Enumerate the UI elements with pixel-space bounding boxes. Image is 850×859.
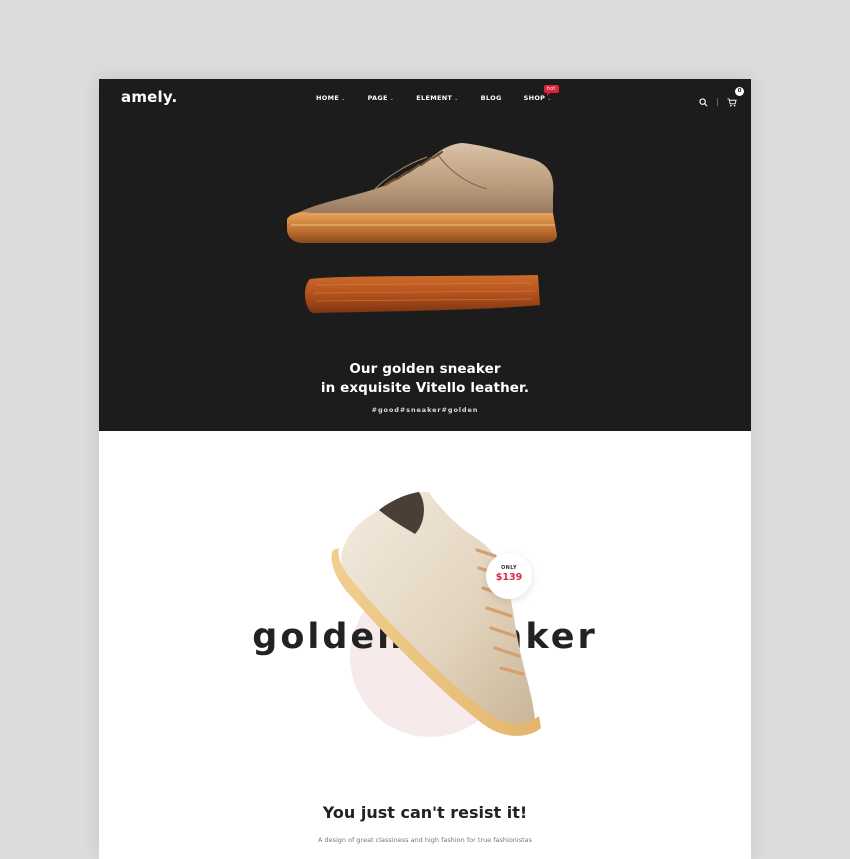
price-value: $139 (495, 572, 523, 583)
cart-button[interactable]: 0 (727, 87, 744, 111)
hot-badge: hot (543, 85, 559, 96)
price-prefix: ONLY (500, 565, 518, 571)
hero-title: Our golden sneaker in exquisite Vitello … (99, 360, 751, 398)
nav-item-label: HOME (316, 94, 340, 102)
nav-item-page[interactable]: PAGE ⌄ (368, 94, 395, 102)
chevron-down-icon: ⌄ (389, 96, 395, 102)
divider (717, 97, 718, 106)
section-description: A design of great classiness and high fa… (317, 836, 533, 844)
search-icon[interactable] (699, 92, 708, 111)
nav-item-blog[interactable]: BLOG (481, 94, 502, 102)
hero-section: amely. HOME ⌄ PAGE ⌄ ELEMENT ⌄ BLOG SHOP ⌄ h… (99, 79, 751, 431)
chevron-down-icon: ⌄ (547, 96, 552, 102)
nav-item-label: PAGE (367, 94, 388, 102)
product-sneaker-image (331, 491, 541, 736)
hero-hashtags: #good#sneaker#golden (371, 406, 479, 414)
hero-title-line-2: in exquisite Vitello leather. (320, 380, 530, 396)
nav-item-home[interactable]: HOME ⌄ (316, 94, 346, 102)
nav-item-element[interactable]: ELEMENT ⌄ (416, 94, 458, 102)
cart-count-badge: 0 (735, 87, 744, 96)
chevron-down-icon: ⌄ (454, 96, 459, 102)
nav-item-shop[interactable]: SHOP ⌄ hot (523, 85, 559, 102)
hero-sneaker-image (287, 143, 557, 243)
section-headline: You just can't resist it! (322, 803, 528, 822)
nav-item-label: SHOP (523, 94, 546, 102)
chevron-down-icon: ⌄ (341, 96, 346, 102)
hero-title-line-1: Our golden sneaker (349, 361, 501, 377)
header-icons: 0 (699, 87, 744, 111)
price-badge: ONLY $139 (486, 553, 532, 599)
paint-stroke-graphic (304, 275, 540, 313)
nav-item-label: ELEMENT (416, 94, 453, 102)
nav-item-label: BLOG (480, 94, 502, 102)
main-nav: HOME ⌄ PAGE ⌄ ELEMENT ⌄ BLOG SHOP ⌄ hot (316, 85, 559, 102)
logo[interactable]: amely. (121, 88, 177, 106)
page: amely. HOME ⌄ PAGE ⌄ ELEMENT ⌄ BLOG SHOP ⌄ h… (99, 79, 751, 859)
